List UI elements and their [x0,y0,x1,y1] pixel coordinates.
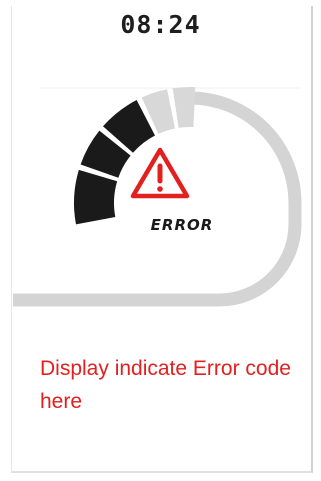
error-code-annotation: Display indicate Error code here [40,357,291,413]
gauge-segment-active [73,169,118,225]
gauge-segments [73,87,196,225]
error-label: ERROR [150,216,214,234]
gauge-segment-inactive [172,87,196,128]
gauge-track [13,91,302,307]
warning-triangle-icon [130,147,190,199]
